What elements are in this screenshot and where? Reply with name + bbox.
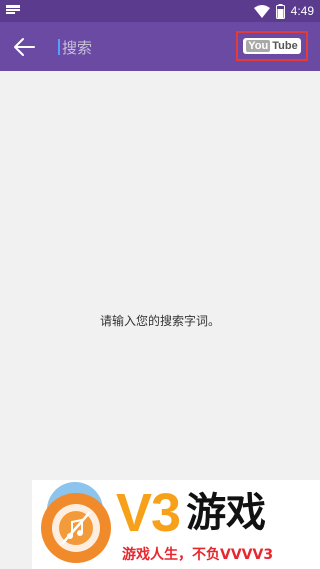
app-bar: 搜索 You Tube — [0, 22, 320, 71]
music-disc-logo-icon — [41, 482, 111, 563]
banner-title: V3 游戏 — [116, 486, 320, 540]
text-cursor — [58, 39, 60, 55]
battery-icon — [275, 3, 285, 19]
banner-title-v3: V3 — [116, 483, 181, 543]
youtube-logo-tube: Tube — [272, 40, 298, 52]
search-prompt: 请输入您的搜索字词。 — [99, 314, 220, 328]
watermark-banner: V3 游戏 游戏人生，不负VVVV3 — [32, 480, 320, 569]
wifi-icon — [253, 4, 270, 18]
banner-slogan: 游戏人生，不负VVVV3 — [122, 547, 274, 563]
search-input[interactable]: 搜索 — [58, 34, 218, 60]
search-placeholder: 搜索 — [62, 38, 93, 57]
banner-title-youxi: 游戏 — [186, 490, 267, 536]
youtube-logo-you: You — [246, 40, 271, 52]
status-time: 4:49 — [290, 4, 314, 18]
arrow-left-icon[interactable] — [12, 36, 36, 58]
status-bar: 4:49 — [0, 0, 320, 22]
notification-icon — [6, 5, 20, 14]
youtube-logo: You Tube — [243, 38, 301, 54]
youtube-logo-button[interactable]: You Tube — [236, 31, 308, 61]
status-icons: 4:49 — [253, 3, 314, 19]
